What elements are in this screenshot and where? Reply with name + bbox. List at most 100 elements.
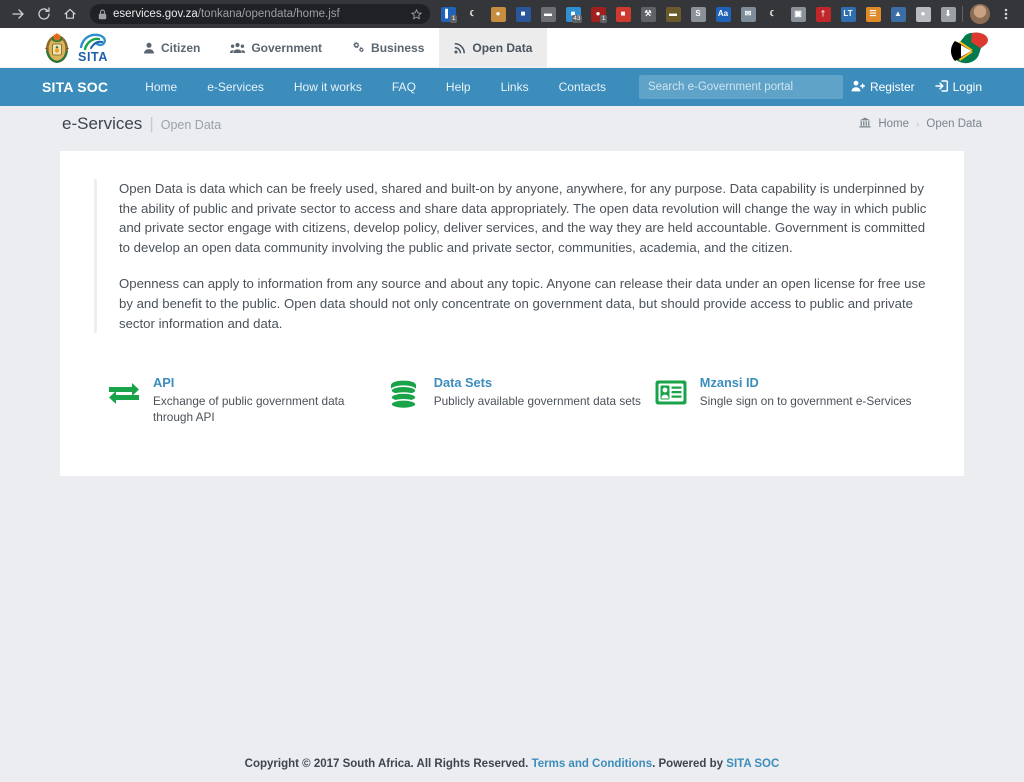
extension-glyph: †	[815, 6, 831, 22]
address-bar[interactable]: eservices.gov.za/tonkana/opendata/home.j…	[90, 4, 430, 24]
exchange-arrows-icon	[108, 375, 140, 406]
feature-data-sets-description: Publicly available government data sets	[433, 394, 641, 409]
mail-extension[interactable]: ✉	[736, 3, 760, 25]
bank-icon	[859, 117, 871, 131]
extension-glyph: ▣	[790, 6, 806, 22]
top-nav-business[interactable]: Business	[337, 28, 439, 67]
feature-mzansi-id-title[interactable]: Mzansi ID	[700, 375, 912, 390]
primary-audience-nav: Citizen Government Business Open Data	[128, 28, 548, 67]
extension-badge: 1	[450, 15, 457, 23]
breadcrumb-home[interactable]: Home	[878, 118, 909, 130]
nav-link-faq[interactable]: FAQ	[377, 68, 431, 106]
south-africa-coat-of-arms-icon	[45, 32, 69, 63]
extension-glyph: LT	[840, 6, 856, 22]
feature-mzansi-id-description: Single sign on to government e-Services	[699, 394, 912, 409]
profile-avatar[interactable]	[968, 3, 992, 25]
top-nav-citizen[interactable]: Citizen	[128, 28, 215, 67]
extensions-strip: ▌ 1 ☾ ● ■ ▬ ■ 43 ● 1 ■ ⚒ ▬ S Aa ✉ ☾ ▣ † LT ☰ ▲ ● ⬇	[436, 3, 957, 25]
office-extension[interactable]: ■	[511, 3, 535, 25]
navbar-brand[interactable]: SITA SOC	[42, 79, 108, 95]
forward-icon[interactable]	[6, 2, 30, 26]
top-nav-open-data[interactable]: Open Data	[439, 28, 548, 67]
feature-api-title[interactable]: API	[153, 375, 368, 390]
font-size-extension[interactable]: Aa	[711, 3, 735, 25]
nav-link-home[interactable]: Home	[130, 68, 192, 106]
login-button[interactable]: Login	[934, 79, 982, 95]
footer-terms-link[interactable]: Terms and Conditions	[532, 758, 653, 770]
tracker-extension[interactable]: ▬	[661, 3, 685, 25]
privacy-badger-extension[interactable]: ▲	[886, 3, 910, 25]
top-nav-citizen-label: Citizen	[161, 40, 201, 55]
site-footer: Copyright © 2017 South Africa. All Right…	[0, 746, 1024, 782]
footer-sita-link[interactable]: SITA SOC	[726, 758, 779, 770]
sita-wordmark: SITA	[78, 50, 108, 64]
extension-glyph: ●	[490, 6, 506, 22]
navbar-links: Home e-Services How it works FAQ Help Li…	[130, 68, 621, 106]
feature-mzansi-id[interactable]: Mzansi ID Single sign on to government e…	[655, 375, 930, 425]
star-icon[interactable]	[411, 8, 422, 20]
breadcrumb-current: Open Data	[926, 118, 982, 130]
page-title-separator: |	[149, 114, 154, 133]
feature-api[interactable]: API Exchange of public government data t…	[94, 375, 389, 425]
extension-glyph: ■	[515, 6, 531, 22]
register-button[interactable]: Register	[851, 80, 915, 95]
page-title-subtitle: Open Data	[160, 118, 222, 132]
sita-logo: SITA	[78, 33, 108, 64]
extension-glyph: ▬	[665, 6, 681, 22]
extension-glyph: ▲	[890, 6, 906, 22]
ublock-origin-extension[interactable]: ● 1	[586, 3, 610, 25]
page-title: e-Services | Open Data	[62, 114, 221, 134]
nav-link-links[interactable]: Links	[486, 68, 544, 106]
clipboard-extension[interactable]: ■	[611, 3, 635, 25]
night-mode-extension[interactable]: ☾	[761, 3, 785, 25]
window-manager-extension[interactable]: ■ 43	[561, 3, 585, 25]
extension-badge: 43	[571, 15, 582, 23]
nav-link-how-it-works[interactable]: How it works	[279, 68, 377, 106]
lock-icon	[98, 9, 107, 20]
toolbar-divider	[962, 6, 963, 22]
url-text: eservices.gov.za/tonkana/opendata/home.j…	[113, 8, 405, 20]
site-header: SITA Citizen Government Business Open Da…	[0, 28, 1024, 68]
tools-extension[interactable]: ⚒	[636, 3, 660, 25]
top-nav-government[interactable]: Government	[215, 28, 337, 67]
feature-mzansi-id-text: Mzansi ID Single sign on to government e…	[700, 375, 912, 409]
screen-recorder-extension[interactable]: ▬	[536, 3, 560, 25]
download-extension[interactable]: ⬇	[936, 3, 957, 25]
nav-link-contacts[interactable]: Contacts	[544, 68, 621, 106]
extension-glyph: ☾	[465, 6, 481, 22]
top-nav-open-data-label: Open Data	[472, 40, 533, 55]
footer-copyright: Copyright © 2017 South Africa. All Right…	[244, 758, 529, 770]
bitwarden-extension[interactable]: ▌ 1	[436, 3, 460, 25]
footer-period: .	[652, 758, 656, 770]
home-icon[interactable]	[58, 2, 82, 26]
disc-extension[interactable]: ●	[911, 3, 935, 25]
intro-paragraph-2: Openness can apply to information from a…	[119, 276, 926, 331]
dark-mode-extension[interactable]: ☾	[461, 3, 485, 25]
feature-data-sets-title[interactable]: Data Sets	[434, 375, 641, 390]
brand-block[interactable]: SITA	[0, 28, 122, 67]
extension-glyph: ☾	[765, 6, 781, 22]
page-title-main: e-Services	[62, 114, 143, 133]
nav-link-eservices[interactable]: e-Services	[192, 68, 279, 106]
feature-data-sets[interactable]: Data Sets Publicly available government …	[389, 375, 655, 425]
url-path: /tonkana/opendata/home.jsf	[197, 8, 340, 20]
reload-icon[interactable]	[32, 2, 56, 26]
sign-in-icon	[934, 79, 948, 95]
notes-extension[interactable]: ☰	[861, 3, 885, 25]
south-africa-flag-map-icon	[951, 32, 988, 64]
main-navbar: SITA SOC Home e-Services How it works FA…	[0, 68, 1024, 106]
kebab-menu-icon[interactable]	[994, 2, 1018, 26]
picture-in-picture-extension[interactable]: ▣	[786, 3, 810, 25]
cookie-extension[interactable]: ●	[486, 3, 510, 25]
language-tool-extension[interactable]: LT	[836, 3, 860, 25]
red-runner-extension[interactable]: †	[811, 3, 835, 25]
id-card-icon	[655, 375, 687, 405]
search-input[interactable]	[638, 75, 843, 99]
feature-data-sets-text: Data Sets Publicly available government …	[434, 375, 641, 409]
nav-link-help[interactable]: Help	[431, 68, 486, 106]
database-icon	[389, 375, 421, 410]
users-group-icon	[230, 42, 246, 54]
feature-row: API Exchange of public government data t…	[94, 375, 930, 425]
user-plus-icon	[851, 80, 866, 95]
s-extension[interactable]: S	[686, 3, 710, 25]
